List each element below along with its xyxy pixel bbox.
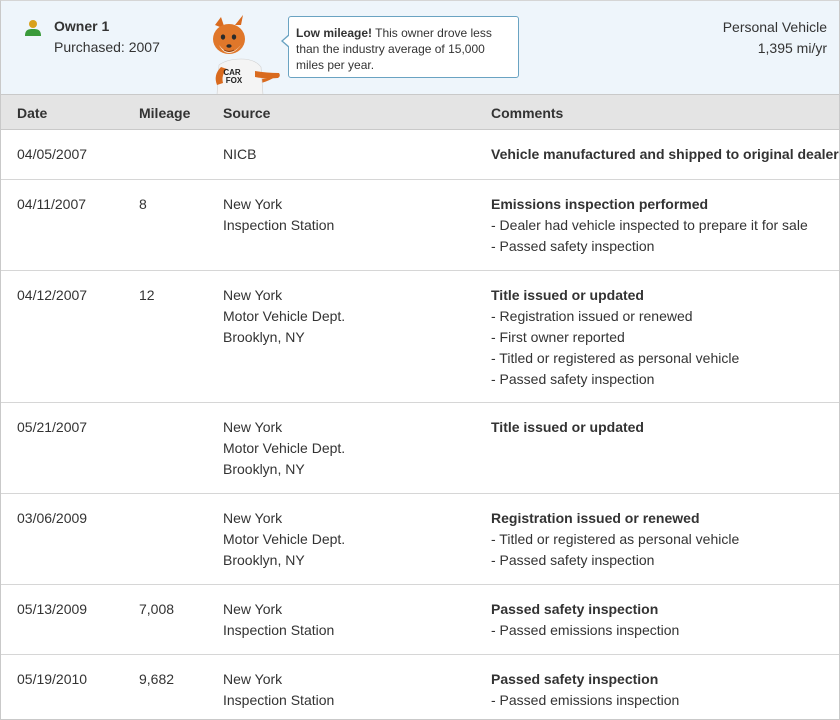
comment-detail: - Passed emissions inspection (491, 692, 680, 708)
source-line: NICB (223, 146, 257, 162)
comment-detail: - Passed safety inspection (491, 238, 655, 254)
row-source: NICB (223, 144, 256, 165)
source-line: Motor Vehicle Dept. (223, 308, 346, 324)
comment-title: Passed safety inspection (491, 601, 659, 617)
comment-detail: - Dealer had vehicle inspected to prepar… (491, 217, 808, 233)
source-line: New York (223, 419, 283, 435)
comment-detail: - Titled or registered as personal vehic… (491, 350, 740, 366)
source-line: Brooklyn, NY (223, 552, 305, 568)
row-date: 03/06/2009 (17, 510, 88, 526)
comment-detail: - First owner reported (491, 329, 625, 345)
owner-purchased: Purchased: 2007 (54, 39, 160, 55)
table-row: 05/13/2009 7,008 New York Inspection Sta… (1, 585, 839, 655)
comment-detail: - Titled or registered as personal vehic… (491, 531, 740, 547)
row-date: 05/13/2009 (17, 601, 88, 617)
source-line: Inspection Station (223, 622, 335, 638)
row-source: New York Motor Vehicle Dept. Brooklyn, N… (223, 417, 345, 480)
table-row: 05/19/2010 9,682 New York Inspection Sta… (1, 655, 839, 719)
table-row: 05/21/2007 New York Motor Vehicle Dept. … (1, 403, 839, 494)
source-line: New York (223, 671, 283, 687)
comment-title: Emissions inspection performed (491, 196, 709, 212)
vehicle-type: Personal Vehicle (722, 19, 827, 35)
row-comments: Registration issued or renewed - Titled … (491, 508, 739, 571)
row-date: 04/12/2007 (17, 287, 88, 303)
source-line: Inspection Station (223, 217, 335, 233)
mascot-sign-line2: FOX (226, 76, 243, 85)
source-line: Inspection Station (223, 692, 335, 708)
table-row: 04/11/2007 8 New York Inspection Station… (1, 180, 839, 271)
comment-detail: - Passed safety inspection (491, 371, 655, 387)
row-mileage: 9,682 (139, 671, 175, 687)
row-comments: Title issued or updated (491, 417, 644, 438)
source-line: Brooklyn, NY (223, 461, 305, 477)
history-table: Date Mileage Source Comments 04/05/2007 … (1, 94, 839, 719)
comment-title: Passed safety inspection (491, 671, 659, 687)
table-row: 04/12/2007 12 New York Motor Vehicle Dep… (1, 271, 839, 403)
source-line: Motor Vehicle Dept. (223, 531, 346, 547)
comment-title: Title issued or updated (491, 419, 644, 435)
comment-title: Registration issued or renewed (491, 510, 700, 526)
comment-detail: - Passed safety inspection (491, 552, 655, 568)
row-date: 04/05/2007 (17, 146, 88, 162)
comment-detail: - Passed emissions inspection (491, 622, 680, 638)
vehicle-history-panel: Owner 1 Purchased: 2007 CAR FOX Low mile… (0, 0, 840, 720)
source-line: New York (223, 287, 283, 303)
source-line: Motor Vehicle Dept. (223, 440, 346, 456)
header-date: Date (17, 105, 48, 121)
table-row: 03/06/2009 New York Motor Vehicle Dept. … (1, 494, 839, 585)
row-source: New York Motor Vehicle Dept. Brooklyn, N… (223, 285, 345, 348)
row-mileage: 8 (139, 196, 147, 212)
owner-header: Owner 1 Purchased: 2007 CAR FOX Low mile… (1, 1, 839, 95)
carfox-mascot: CAR FOX (213, 15, 280, 95)
callout-highlight: Low mileage! (296, 26, 373, 40)
person-icon (25, 20, 41, 36)
row-comments: Passed safety inspection - Passed emissi… (491, 599, 679, 641)
row-source: New York Inspection Station (223, 669, 334, 711)
row-date: 05/19/2010 (17, 671, 88, 687)
row-source: New York Inspection Station (223, 194, 334, 236)
comment-title: Title issued or updated (491, 287, 644, 303)
row-comments: Emissions inspection performed - Dealer … (491, 194, 808, 257)
row-mileage: 12 (139, 287, 155, 303)
source-line: New York (223, 601, 283, 617)
header-mileage: Mileage (139, 105, 191, 121)
source-line: New York (223, 510, 283, 526)
comment-title: Vehicle manufactured and shipped to orig… (491, 146, 839, 162)
source-line: New York (223, 196, 283, 212)
row-comments: Vehicle manufactured and shipped to orig… (491, 144, 839, 165)
row-mileage: 7,008 (139, 601, 175, 617)
vehicle-mileage-per-year: 1,395 mi/yr (757, 40, 827, 56)
header-comments: Comments (491, 105, 564, 121)
comment-detail: - Registration issued or renewed (491, 308, 693, 324)
row-source: New York Motor Vehicle Dept. Brooklyn, N… (223, 508, 345, 571)
row-comments: Passed safety inspection - Passed emissi… (491, 669, 679, 711)
row-date: 04/11/2007 (17, 196, 87, 212)
low-mileage-callout: Low mileage! This owner drove less than … (281, 16, 519, 78)
row-source: New York Inspection Station (223, 599, 334, 641)
source-line: Brooklyn, NY (223, 329, 305, 345)
row-comments: Title issued or updated - Registration i… (491, 285, 739, 390)
row-date: 05/21/2007 (17, 419, 88, 435)
table-header: Date Mileage Source Comments (1, 94, 839, 130)
owner-title: Owner 1 (54, 18, 110, 34)
table-row: 04/05/2007 NICB Vehicle manufactured and… (1, 130, 839, 180)
header-source: Source (223, 105, 271, 121)
